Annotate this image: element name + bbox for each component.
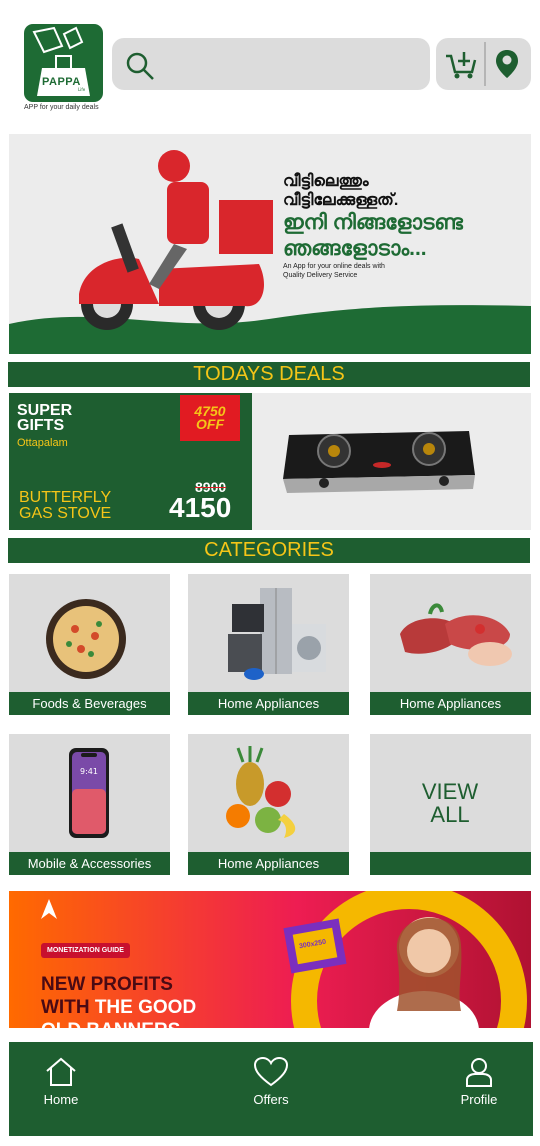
category-tile-mobile[interactable]: 9:41 Mobile & Accessories (9, 734, 170, 875)
category-tile-appliances[interactable]: Home Appliances (188, 574, 349, 715)
category-tile-foods[interactable]: Foods & Beverages (9, 574, 170, 715)
logo-sub: Life (78, 87, 86, 92)
hero-line-3: ഇനി നിങ്ങളോടണ്ട (283, 211, 463, 234)
deal-info-panel: SUPER GIFTS Ottapalam 4750 OFF BUTTERFLY… (9, 393, 252, 530)
hero-subtitle: An App for your online deals with Qualit… (283, 263, 385, 279)
offer-badge: 4750 OFF (180, 395, 240, 441)
fruits-icon (226, 746, 296, 838)
view-all-label: VIEW ALL (421, 779, 479, 827)
search-icon (124, 50, 156, 86)
bottom-nav: Home Offers Profile (9, 1042, 533, 1136)
nav-profile-label: Profile (460, 1092, 498, 1107)
meat-icon (400, 603, 512, 666)
food-plate-icon (46, 599, 126, 679)
view-all-tile[interactable]: VIEW ALL (370, 734, 531, 875)
category-tile-meat[interactable]: Home Appliances (370, 574, 531, 715)
location-pin-icon[interactable] (494, 48, 520, 84)
category-label: Foods & Beverages (9, 692, 170, 715)
view-all-bar (370, 852, 531, 875)
ad-line-3: OLD BANNERS (41, 1019, 196, 1028)
nav-offers-label: Offers (253, 1092, 289, 1107)
hero-banner[interactable]: വീട്ടിലെത്തും വീട്ടിലേക്കുള്ളത്. ഇനി നിങ… (9, 134, 531, 354)
search-bar[interactable] (112, 38, 430, 90)
home-icon (46, 1057, 76, 1086)
store-location: Ottapalam (17, 437, 68, 449)
svg-text:9:41: 9:41 (80, 767, 98, 776)
header-actions (436, 38, 531, 90)
categories-header: CATEGORIES (8, 538, 530, 563)
ad-badge: MONETIZATION GUIDE (41, 943, 130, 958)
ad-banner[interactable]: MONETIZATION GUIDE NEW PROFITS WITH THE … (9, 891, 531, 1028)
logo-wordmark: PAPPA (42, 76, 81, 88)
hero-text: വീട്ടിലെത്തും വീട്ടിലേക്കുള്ളത്. ഇനി നിങ… (283, 172, 463, 280)
category-tile-fruits[interactable]: Home Appliances (188, 734, 349, 875)
category-label: Home Appliances (370, 692, 531, 715)
ad-line-2b: THE GOOD (94, 997, 197, 1018)
tagline: APP for your daily deals (24, 104, 99, 111)
todays-deals-header: TODAYS DEALS (8, 362, 530, 387)
search-input[interactable] (164, 48, 418, 82)
category-label: Home Appliances (188, 852, 349, 875)
smartphone-icon: 9:41 (69, 748, 109, 838)
deal-card[interactable]: SUPER GIFTS Ottapalam 4750 OFF BUTTERFLY… (9, 393, 531, 530)
ad-line-1: NEW PROFITS (41, 974, 173, 995)
cart-icon[interactable] (444, 48, 478, 84)
hero-line-1: വീട്ടിലെത്തും (283, 173, 369, 190)
category-label: Home Appliances (188, 692, 349, 715)
product-name: BUTTERFLY GAS STOVE (19, 489, 112, 522)
heart-icon (253, 1056, 289, 1087)
nav-home[interactable]: Home (21, 1056, 101, 1107)
gas-stove-image (283, 431, 475, 493)
nav-offers[interactable]: Offers (231, 1056, 311, 1107)
hero-line-2: വീട്ടിലേക്കുള്ളത്. (283, 192, 399, 209)
new-price: 4150 (169, 492, 232, 523)
hero-line-4: ഞങ്ങളോടാം... (283, 237, 427, 260)
icon-divider (484, 42, 486, 86)
app-logo: PAPPA Life (24, 24, 103, 102)
store-name: SUPER GIFTS (17, 402, 73, 434)
nav-profile[interactable]: Profile (439, 1056, 519, 1107)
appliances-icon (228, 588, 326, 680)
ad-line-2a: WITH (41, 997, 95, 1018)
profile-icon (466, 1058, 492, 1087)
nav-home-label: Home (43, 1092, 79, 1107)
category-label: Mobile & Accessories (9, 852, 170, 875)
ad-headline: NEW PROFITS WITH THE GOOD OLD BANNERS (41, 973, 196, 1028)
